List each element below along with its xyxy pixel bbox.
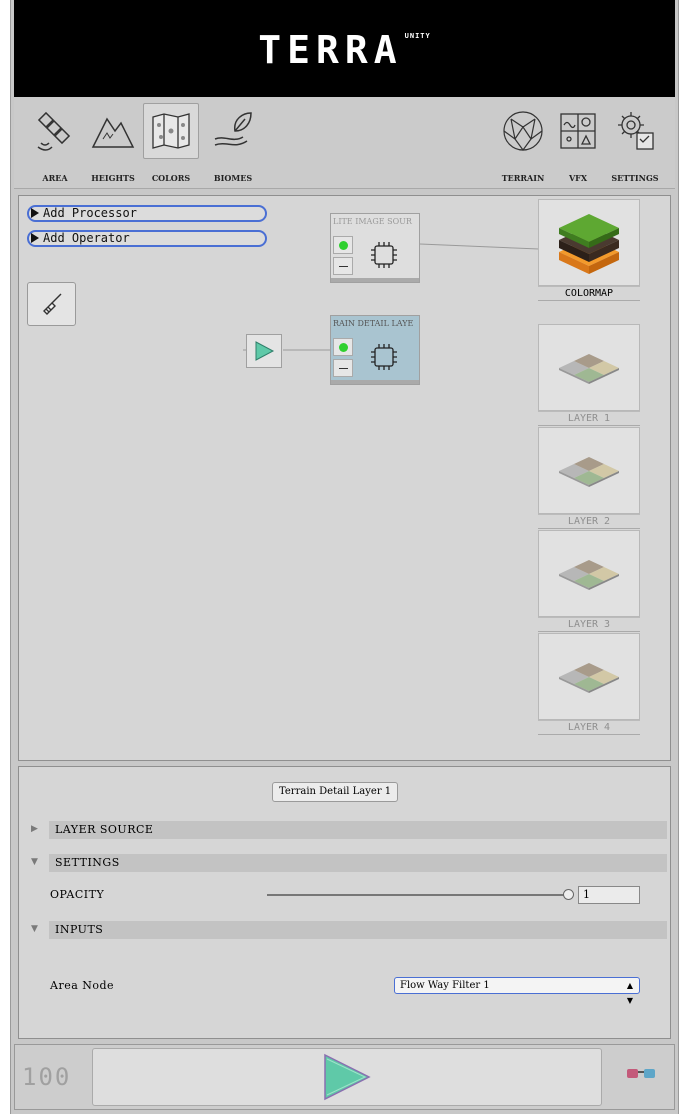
- area-node-value: Flow Way Filter 1: [400, 980, 490, 991]
- mountain-icon: [85, 103, 141, 159]
- output-label: LAYER 4: [538, 720, 640, 735]
- map-icon: [143, 103, 199, 159]
- expanded-arrow-icon[interactable]: ▼: [31, 857, 38, 867]
- node-toggle-button[interactable]: [333, 236, 353, 254]
- chip-icon: [371, 344, 397, 370]
- terrain-block-icon: [559, 213, 619, 274]
- expand-triangle-icon: [31, 208, 39, 218]
- layer-thumbnail: [538, 530, 640, 617]
- broom-icon: [42, 293, 61, 315]
- minus-icon: [339, 266, 348, 267]
- header: TERRA UNITY: [14, 0, 675, 97]
- output-label: LAYER 3: [538, 617, 640, 632]
- app-logo: TERRA UNITY: [14, 28, 675, 72]
- expand-triangle-icon: [31, 233, 39, 243]
- section-layer-source[interactable]: LAYER SOURCE: [49, 821, 667, 839]
- area-node-label: Area Node: [50, 979, 115, 992]
- add-operator-label: Add Operator: [43, 231, 130, 245]
- opacity-value-field[interactable]: 1: [578, 886, 640, 904]
- node-title: RAIN DETAIL LAYE: [333, 319, 414, 328]
- node-input-play-button[interactable]: [246, 334, 282, 368]
- tool-settings-label: SETTINGS: [611, 173, 659, 183]
- layer-tiles-icon: [559, 456, 619, 487]
- opacity-slider[interactable]: [267, 894, 567, 896]
- minus-icon: [339, 368, 348, 369]
- output-label: LAYER 1: [538, 411, 640, 426]
- tool-biomes-label: BIOMES: [213, 173, 253, 183]
- output-layer-1[interactable]: LAYER 1: [538, 324, 640, 426]
- node-graph[interactable]: Add Processor Add Operator LITE IMAGE SO…: [18, 195, 671, 761]
- select-caret-icon: ▲ ▼: [626, 981, 633, 1005]
- main-toolbar: AREA HEIGHTS COLORS BIOMES TERRAIN VFX S…: [14, 97, 675, 189]
- active-dot-icon: [339, 343, 348, 352]
- add-processor-label: Add Processor: [43, 206, 137, 220]
- layer-thumbnail: [538, 427, 640, 514]
- colormap-thumbnail: [538, 199, 640, 286]
- add-operator-button[interactable]: Add Operator: [27, 230, 267, 247]
- layer-tiles-icon: [559, 662, 619, 693]
- add-processor-button[interactable]: Add Processor: [27, 205, 267, 222]
- output-label: COLORMAP: [538, 286, 640, 301]
- tool-colors[interactable]: COLORS: [140, 103, 202, 183]
- play-icon: [255, 341, 275, 361]
- tool-terrain[interactable]: TERRAIN: [492, 103, 554, 183]
- run-button[interactable]: [92, 1048, 602, 1106]
- node-footer: [331, 380, 419, 384]
- node-title: LITE IMAGE SOUR: [333, 217, 412, 226]
- output-layer-3[interactable]: LAYER 3: [538, 530, 640, 632]
- section-settings[interactable]: SETTINGS: [49, 854, 667, 872]
- output-layer-4[interactable]: LAYER 4: [538, 633, 640, 735]
- output-layer-2[interactable]: LAYER 2: [538, 427, 640, 529]
- collapsed-arrow-icon[interactable]: ▶: [31, 824, 38, 834]
- active-dot-icon: [339, 241, 348, 250]
- inspector-panel: Terrain Detail Layer 1 ▶ LAYER SOURCE ▼ …: [18, 766, 671, 1039]
- chip-icon: [371, 242, 397, 268]
- output-colormap[interactable]: COLORMAP: [538, 199, 640, 301]
- satellite-icon: [27, 103, 83, 159]
- tool-biomes[interactable]: BIOMES: [202, 103, 264, 183]
- opacity-label: OPACITY: [50, 888, 105, 901]
- globe-icon: [495, 103, 551, 159]
- inspector-title: Terrain Detail Layer 1: [272, 782, 399, 802]
- layer-tiles-icon: [559, 559, 619, 590]
- opacity-slider-handle[interactable]: [563, 889, 574, 900]
- layer-tiles-icon: [559, 353, 619, 384]
- layer-thumbnail: [538, 324, 640, 411]
- node-footer: [331, 278, 419, 282]
- node-toggle-button[interactable]: [333, 338, 353, 356]
- node-satellite-image-source[interactable]: LITE IMAGE SOUR: [330, 213, 420, 283]
- gear-icon: [607, 103, 663, 159]
- tool-area[interactable]: AREA: [24, 103, 86, 183]
- tool-vfx[interactable]: VFX: [547, 103, 609, 183]
- node-terrain-detail-layer[interactable]: RAIN DETAIL LAYE: [330, 315, 420, 385]
- clear-graph-button[interactable]: [27, 282, 76, 326]
- node-remove-button[interactable]: [333, 257, 353, 275]
- leaf-hand-icon: [205, 103, 261, 159]
- bottom-bar: 100: [14, 1044, 675, 1110]
- play-icon: [324, 1053, 371, 1101]
- 3d-glasses-icon[interactable]: [626, 1065, 656, 1084]
- area-node-select[interactable]: Flow Way Filter 1 ▲ ▼: [394, 977, 640, 1005]
- output-label: LAYER 2: [538, 514, 640, 529]
- progress-counter: 100: [22, 1063, 72, 1091]
- logo-subtext: UNITY: [404, 32, 431, 40]
- tool-settings[interactable]: SETTINGS: [604, 103, 666, 183]
- expanded-arrow-icon[interactable]: ▼: [31, 924, 38, 934]
- node-remove-button[interactable]: [333, 359, 353, 377]
- tool-heights[interactable]: HEIGHTS: [82, 103, 144, 183]
- section-inputs[interactable]: INPUTS: [49, 921, 667, 939]
- vfx-icon: [550, 103, 606, 159]
- layer-thumbnail: [538, 633, 640, 720]
- logo-text: TERRA: [258, 28, 403, 72]
